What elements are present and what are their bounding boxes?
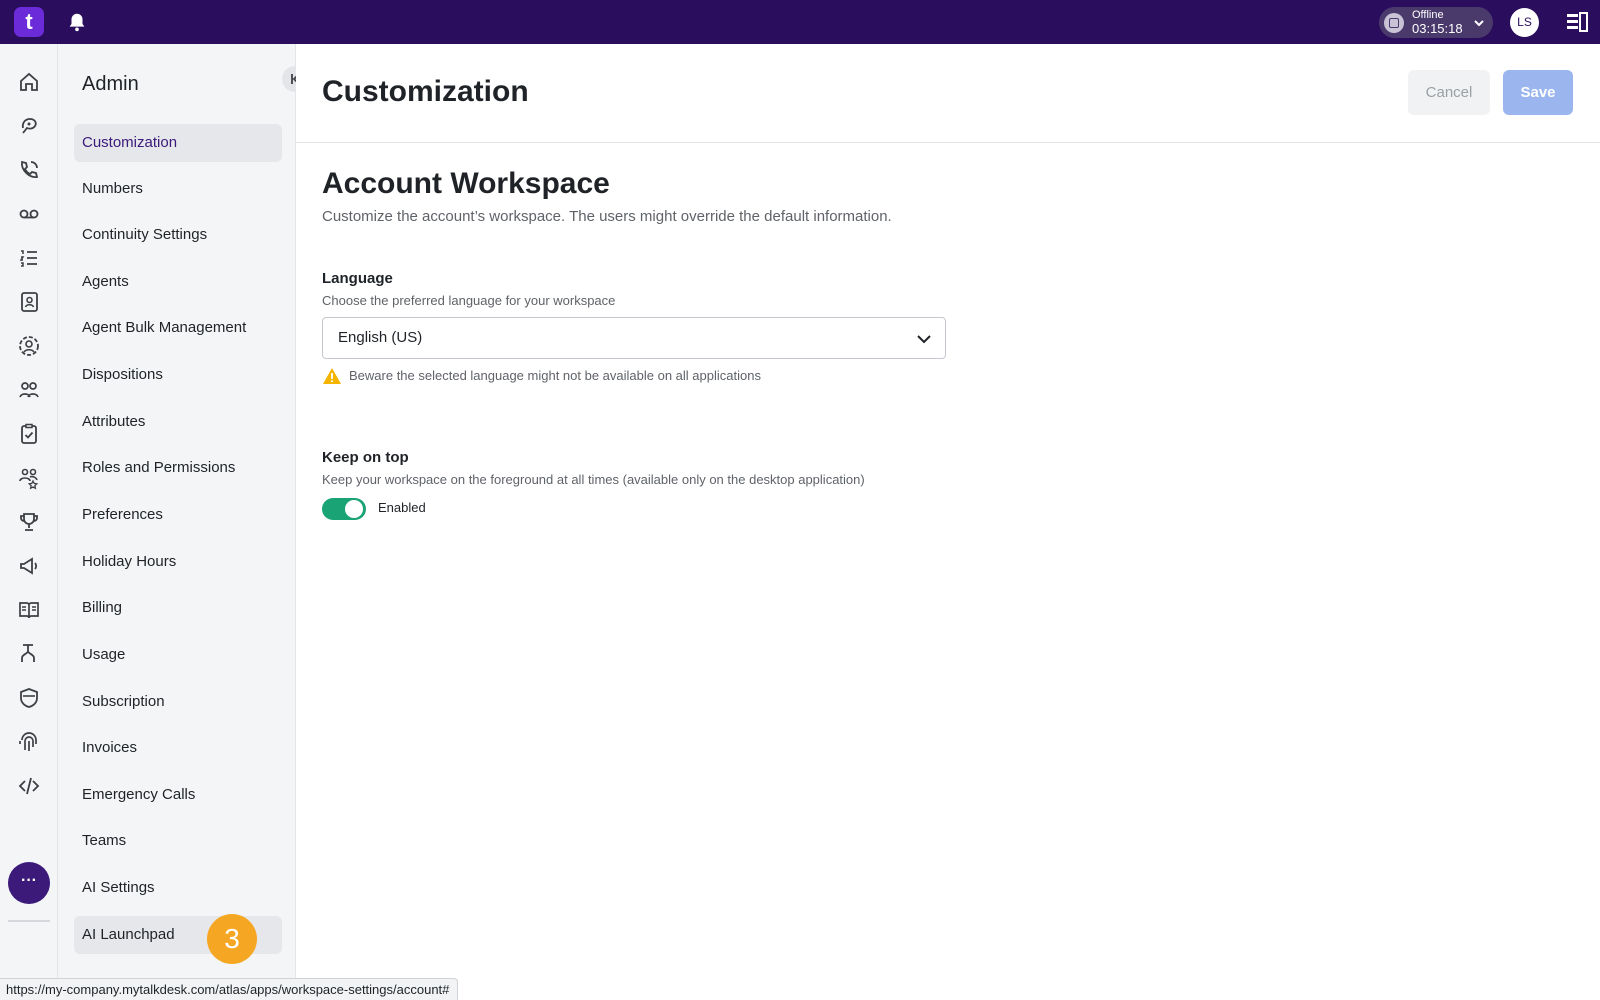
workflows-icon[interactable] (17, 642, 41, 666)
language-warning: Beware the selected language might not b… (349, 368, 761, 383)
sidebar-item-customization[interactable]: Customization (74, 124, 282, 162)
megaphone-icon[interactable] (17, 554, 41, 578)
user-avatar[interactable]: LS (1510, 8, 1539, 37)
sidebar-item-preferences[interactable]: Preferences (74, 496, 282, 534)
page-title: Customization (322, 75, 529, 108)
sidebar-item-subscription[interactable]: Subscription (74, 683, 282, 721)
sidebar-item-ai-settings[interactable]: AI Settings (74, 869, 282, 907)
side-panel-icon[interactable] (1566, 12, 1588, 32)
language-selected-value: English (US) (338, 329, 423, 346)
language-label: Language (322, 270, 393, 287)
admin-sidebar: Admin Customization Numbers Continuity S… (58, 44, 308, 1000)
language-hint: Choose the preferred language for your w… (322, 293, 616, 308)
main-content: Customization Cancel Save Account Worksp… (296, 44, 1600, 1000)
cancel-button[interactable]: Cancel (1408, 70, 1490, 115)
fingerprint-icon[interactable] (17, 730, 41, 754)
app-rail: ··· (0, 44, 58, 1000)
conversations-icon[interactable] (17, 114, 41, 138)
sidebar-item-billing[interactable]: Billing (74, 589, 282, 627)
warning-icon (323, 368, 341, 384)
voicemail-icon[interactable] (17, 202, 41, 226)
home-icon[interactable] (17, 70, 41, 94)
live-icon[interactable] (17, 334, 41, 358)
status-timer: 03:15:18 (1412, 21, 1463, 36)
chevron-down-icon (1474, 20, 1484, 27)
language-select[interactable]: English (US) (322, 317, 946, 359)
contacts-icon[interactable] (17, 290, 41, 314)
app-logo[interactable]: t (14, 7, 44, 37)
offline-status-icon (1384, 13, 1404, 33)
sidebar-item-numbers[interactable]: Numbers (74, 170, 282, 208)
keep-on-top-label: Keep on top (322, 449, 409, 466)
activities-icon[interactable] (17, 246, 41, 270)
sidebar-item-attributes[interactable]: Attributes (74, 403, 282, 441)
sidebar-item-usage[interactable]: Usage (74, 636, 282, 674)
sidebar-item-emergency-calls[interactable]: Emergency Calls (74, 776, 282, 814)
save-button[interactable]: Save (1503, 70, 1573, 115)
section-description: Customize the account’s workspace. The u… (322, 208, 892, 225)
more-apps-button[interactable]: ··· (8, 862, 50, 904)
sidebar-item-agents[interactable]: Agents (74, 263, 282, 301)
sidebar-item-roles-and-permissions[interactable]: Roles and Permissions (74, 449, 282, 487)
keep-on-top-toggle[interactable] (322, 498, 366, 520)
calls-icon[interactable] (17, 158, 41, 182)
supervisors-icon[interactable] (17, 378, 41, 402)
sidebar-item-agent-bulk-management[interactable]: Agent Bulk Management (74, 309, 282, 347)
keep-on-top-hint: Keep your workspace on the foreground at… (322, 472, 865, 487)
toggle-knob (345, 500, 363, 518)
link-url-status: https://my-company.mytalkdesk.com/atlas/… (0, 978, 459, 1000)
header-divider (296, 142, 1600, 143)
agent-status-dropdown[interactable]: Offline 03:15:18 (1379, 7, 1493, 38)
trophy-icon[interactable] (17, 510, 41, 534)
notifications-bell-icon[interactable] (66, 11, 88, 33)
code-icon[interactable] (17, 774, 41, 798)
knowledge-icon[interactable] (17, 598, 41, 622)
section-title: Account Workspace (322, 167, 610, 200)
sidebar-item-dispositions[interactable]: Dispositions (74, 356, 282, 394)
step-badge: 3 (207, 914, 257, 964)
sidebar-title: Admin (82, 73, 139, 95)
sidebar-item-teams[interactable]: Teams (74, 822, 282, 860)
rail-divider (8, 920, 50, 922)
sidebar-item-continuity-settings[interactable]: Continuity Settings (74, 216, 282, 254)
sidebar-item-holiday-hours[interactable]: Holiday Hours (74, 543, 282, 581)
tasks-icon[interactable] (17, 422, 41, 446)
security-shield-icon[interactable] (17, 686, 41, 710)
status-label: Offline (1412, 9, 1444, 21)
agents-performance-icon[interactable] (17, 466, 41, 490)
sidebar-item-invoices[interactable]: Invoices (74, 729, 282, 767)
top-bar: t Offline 03:15:18 LS (0, 0, 1600, 44)
keep-on-top-toggle-label: Enabled (378, 500, 426, 515)
chevron-down-icon (917, 335, 931, 344)
